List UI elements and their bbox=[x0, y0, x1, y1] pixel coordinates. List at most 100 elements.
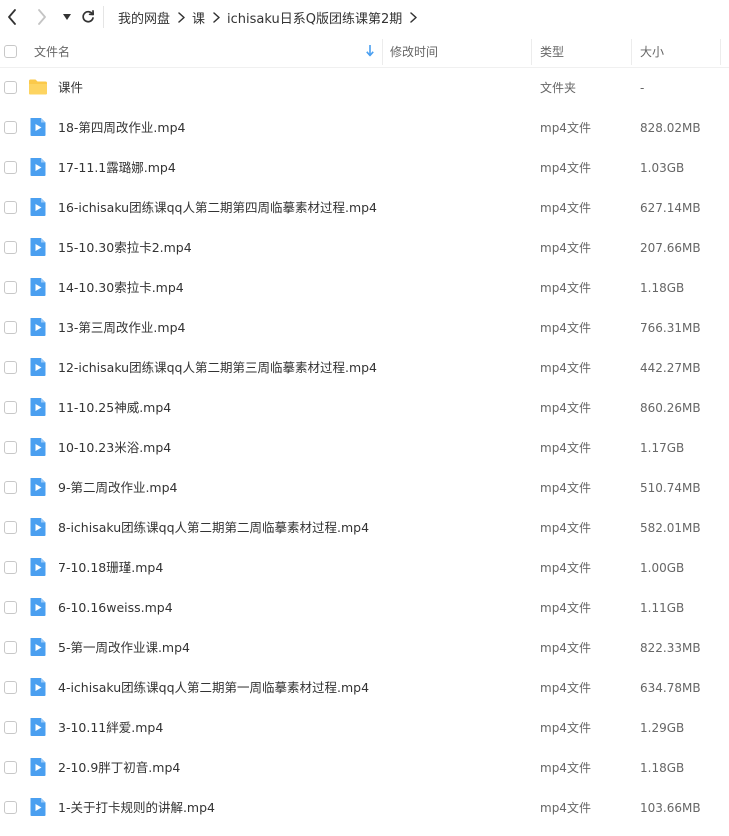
row-checkbox[interactable] bbox=[4, 641, 17, 654]
file-row[interactable]: 16-ichisaku团练课qq人第二期第四周临摹素材过程.mp4 mp4文件 62… bbox=[0, 188, 729, 228]
file-type: mp4文件 bbox=[540, 481, 591, 495]
file-type: mp4文件 bbox=[540, 761, 591, 775]
row-checkbox[interactable] bbox=[4, 721, 17, 734]
file-name[interactable]: 4-ichisaku团练课qq人第二期第一周临摹素材过程.mp4 bbox=[58, 668, 369, 708]
file-type: mp4文件 bbox=[540, 441, 591, 455]
breadcrumb-item-current[interactable]: ichisaku日系Q版团练课第2期 bbox=[227, 8, 402, 27]
row-checkbox[interactable] bbox=[4, 161, 17, 174]
file-name[interactable]: 16-ichisaku团练课qq人第二期第四周临摹素材过程.mp4 bbox=[58, 188, 377, 228]
file-row[interactable]: 9-第二周改作业.mp4 mp4文件 510.74MB bbox=[0, 468, 729, 508]
column-header-size[interactable]: 大小 bbox=[640, 35, 664, 68]
video-file-icon bbox=[28, 317, 48, 337]
row-checkbox[interactable] bbox=[4, 521, 17, 534]
breadcrumb: 我的网盘 课 ichisaku日系Q版团练课第2期 bbox=[118, 0, 424, 34]
file-size: - bbox=[640, 81, 645, 95]
file-name[interactable]: 7-10.18珊瑾.mp4 bbox=[58, 548, 163, 588]
row-checkbox[interactable] bbox=[4, 361, 17, 374]
file-size: 1.17GB bbox=[640, 441, 685, 455]
file-row[interactable]: 2-10.9胖丁初音.mp4 mp4文件 1.18GB bbox=[0, 748, 729, 788]
breadcrumb-item-root[interactable]: 我的网盘 bbox=[118, 8, 170, 27]
file-name[interactable]: 12-ichisaku团练课qq人第二期第三周临摹素材过程.mp4 bbox=[58, 348, 377, 388]
file-name[interactable]: 1-关于打卡规则的讲解.mp4 bbox=[58, 788, 215, 828]
column-divider[interactable] bbox=[531, 39, 532, 65]
chevron-right-icon[interactable] bbox=[410, 11, 418, 23]
refresh-button[interactable] bbox=[80, 7, 96, 27]
row-checkbox[interactable] bbox=[4, 481, 17, 494]
file-name[interactable]: 6-10.16weiss.mp4 bbox=[58, 588, 173, 628]
back-button[interactable] bbox=[4, 7, 20, 27]
video-file-icon bbox=[28, 437, 48, 457]
row-checkbox[interactable] bbox=[4, 561, 17, 574]
file-type: mp4文件 bbox=[540, 281, 591, 295]
file-name[interactable]: 15-10.30索拉卡2.mp4 bbox=[58, 228, 192, 268]
row-checkbox[interactable] bbox=[4, 801, 17, 814]
column-header-type[interactable]: 类型 bbox=[540, 35, 564, 68]
column-header-modified[interactable]: 修改时间 bbox=[390, 35, 438, 68]
video-file-icon bbox=[28, 717, 48, 737]
refresh-icon bbox=[82, 10, 95, 23]
file-name[interactable]: 8-ichisaku团练课qq人第二期第二周临摹素材过程.mp4 bbox=[58, 508, 369, 548]
column-header-name[interactable]: 文件名 bbox=[34, 35, 70, 68]
file-row[interactable]: 4-ichisaku团练课qq人第二期第一周临摹素材过程.mp4 mp4文件 634… bbox=[0, 668, 729, 708]
file-row[interactable]: 5-第一周改作业课.mp4 mp4文件 822.33MB bbox=[0, 628, 729, 668]
row-checkbox[interactable] bbox=[4, 121, 17, 134]
file-row[interactable]: 14-10.30索拉卡.mp4 mp4文件 1.18GB bbox=[0, 268, 729, 308]
chevron-right-icon bbox=[38, 9, 46, 25]
file-row[interactable]: 17-11.1露璐娜.mp4 mp4文件 1.03GB bbox=[0, 148, 729, 188]
file-row[interactable]: 13-第三周改作业.mp4 mp4文件 766.31MB bbox=[0, 308, 729, 348]
file-type: mp4文件 bbox=[540, 641, 591, 655]
file-name[interactable]: 14-10.30索拉卡.mp4 bbox=[58, 268, 184, 308]
file-row[interactable]: 课件 文件夹 - bbox=[0, 68, 729, 108]
column-divider[interactable] bbox=[382, 39, 383, 65]
file-row[interactable]: 10-10.23米浴.mp4 mp4文件 1.17GB bbox=[0, 428, 729, 468]
history-dropdown-button[interactable] bbox=[59, 7, 75, 27]
row-checkbox[interactable] bbox=[4, 241, 17, 254]
file-name[interactable]: 18-第四周改作业.mp4 bbox=[58, 108, 185, 148]
file-name[interactable]: 9-第二周改作业.mp4 bbox=[58, 468, 178, 508]
file-name[interactable]: 5-第一周改作业课.mp4 bbox=[58, 628, 190, 668]
file-size: 627.14MB bbox=[640, 201, 701, 215]
video-file-icon bbox=[28, 597, 48, 617]
row-checkbox[interactable] bbox=[4, 441, 17, 454]
file-type: mp4文件 bbox=[540, 401, 591, 415]
file-name[interactable]: 13-第三周改作业.mp4 bbox=[58, 308, 185, 348]
row-checkbox[interactable] bbox=[4, 81, 17, 94]
row-checkbox[interactable] bbox=[4, 601, 17, 614]
row-checkbox[interactable] bbox=[4, 201, 17, 214]
forward-button[interactable] bbox=[34, 7, 50, 27]
file-type: mp4文件 bbox=[540, 681, 591, 695]
file-name[interactable]: 3-10.11絆爱.mp4 bbox=[58, 708, 163, 748]
row-checkbox[interactable] bbox=[4, 401, 17, 414]
file-row[interactable]: 18-第四周改作业.mp4 mp4文件 828.02MB bbox=[0, 108, 729, 148]
file-row[interactable]: 1-关于打卡规则的讲解.mp4 mp4文件 103.66MB bbox=[0, 788, 729, 828]
file-name[interactable]: 11-10.25神威.mp4 bbox=[58, 388, 171, 428]
file-row[interactable]: 7-10.18珊瑾.mp4 mp4文件 1.00GB bbox=[0, 548, 729, 588]
row-checkbox[interactable] bbox=[4, 321, 17, 334]
sort-arrow-down-icon[interactable] bbox=[366, 45, 374, 57]
file-row[interactable]: 8-ichisaku团练课qq人第二期第二周临摹素材过程.mp4 mp4文件 582… bbox=[0, 508, 729, 548]
file-row[interactable]: 12-ichisaku团练课qq人第二期第三周临摹素材过程.mp4 mp4文件 44… bbox=[0, 348, 729, 388]
file-row[interactable]: 6-10.16weiss.mp4 mp4文件 1.11GB bbox=[0, 588, 729, 628]
file-row[interactable]: 3-10.11絆爱.mp4 mp4文件 1.29GB bbox=[0, 708, 729, 748]
row-checkbox[interactable] bbox=[4, 281, 17, 294]
file-row[interactable]: 15-10.30索拉卡2.mp4 mp4文件 207.66MB bbox=[0, 228, 729, 268]
file-name[interactable]: 17-11.1露璐娜.mp4 bbox=[58, 148, 176, 188]
file-row[interactable]: 11-10.25神威.mp4 mp4文件 860.26MB bbox=[0, 388, 729, 428]
breadcrumb-item-course[interactable]: 课 bbox=[192, 8, 205, 27]
video-file-icon bbox=[28, 477, 48, 497]
video-file-icon bbox=[28, 757, 48, 777]
file-name[interactable]: 课件 bbox=[58, 68, 83, 108]
column-divider[interactable] bbox=[631, 39, 632, 65]
column-divider[interactable] bbox=[720, 39, 721, 65]
file-name[interactable]: 2-10.9胖丁初音.mp4 bbox=[58, 748, 180, 788]
file-size: 510.74MB bbox=[640, 481, 701, 495]
toolbar-divider bbox=[103, 6, 104, 28]
file-size: 1.29GB bbox=[640, 721, 685, 735]
file-size: 860.26MB bbox=[640, 401, 701, 415]
select-all-checkbox[interactable] bbox=[4, 45, 17, 58]
video-file-icon bbox=[28, 197, 48, 217]
file-name[interactable]: 10-10.23米浴.mp4 bbox=[58, 428, 171, 468]
file-type: mp4文件 bbox=[540, 721, 591, 735]
row-checkbox[interactable] bbox=[4, 681, 17, 694]
row-checkbox[interactable] bbox=[4, 761, 17, 774]
